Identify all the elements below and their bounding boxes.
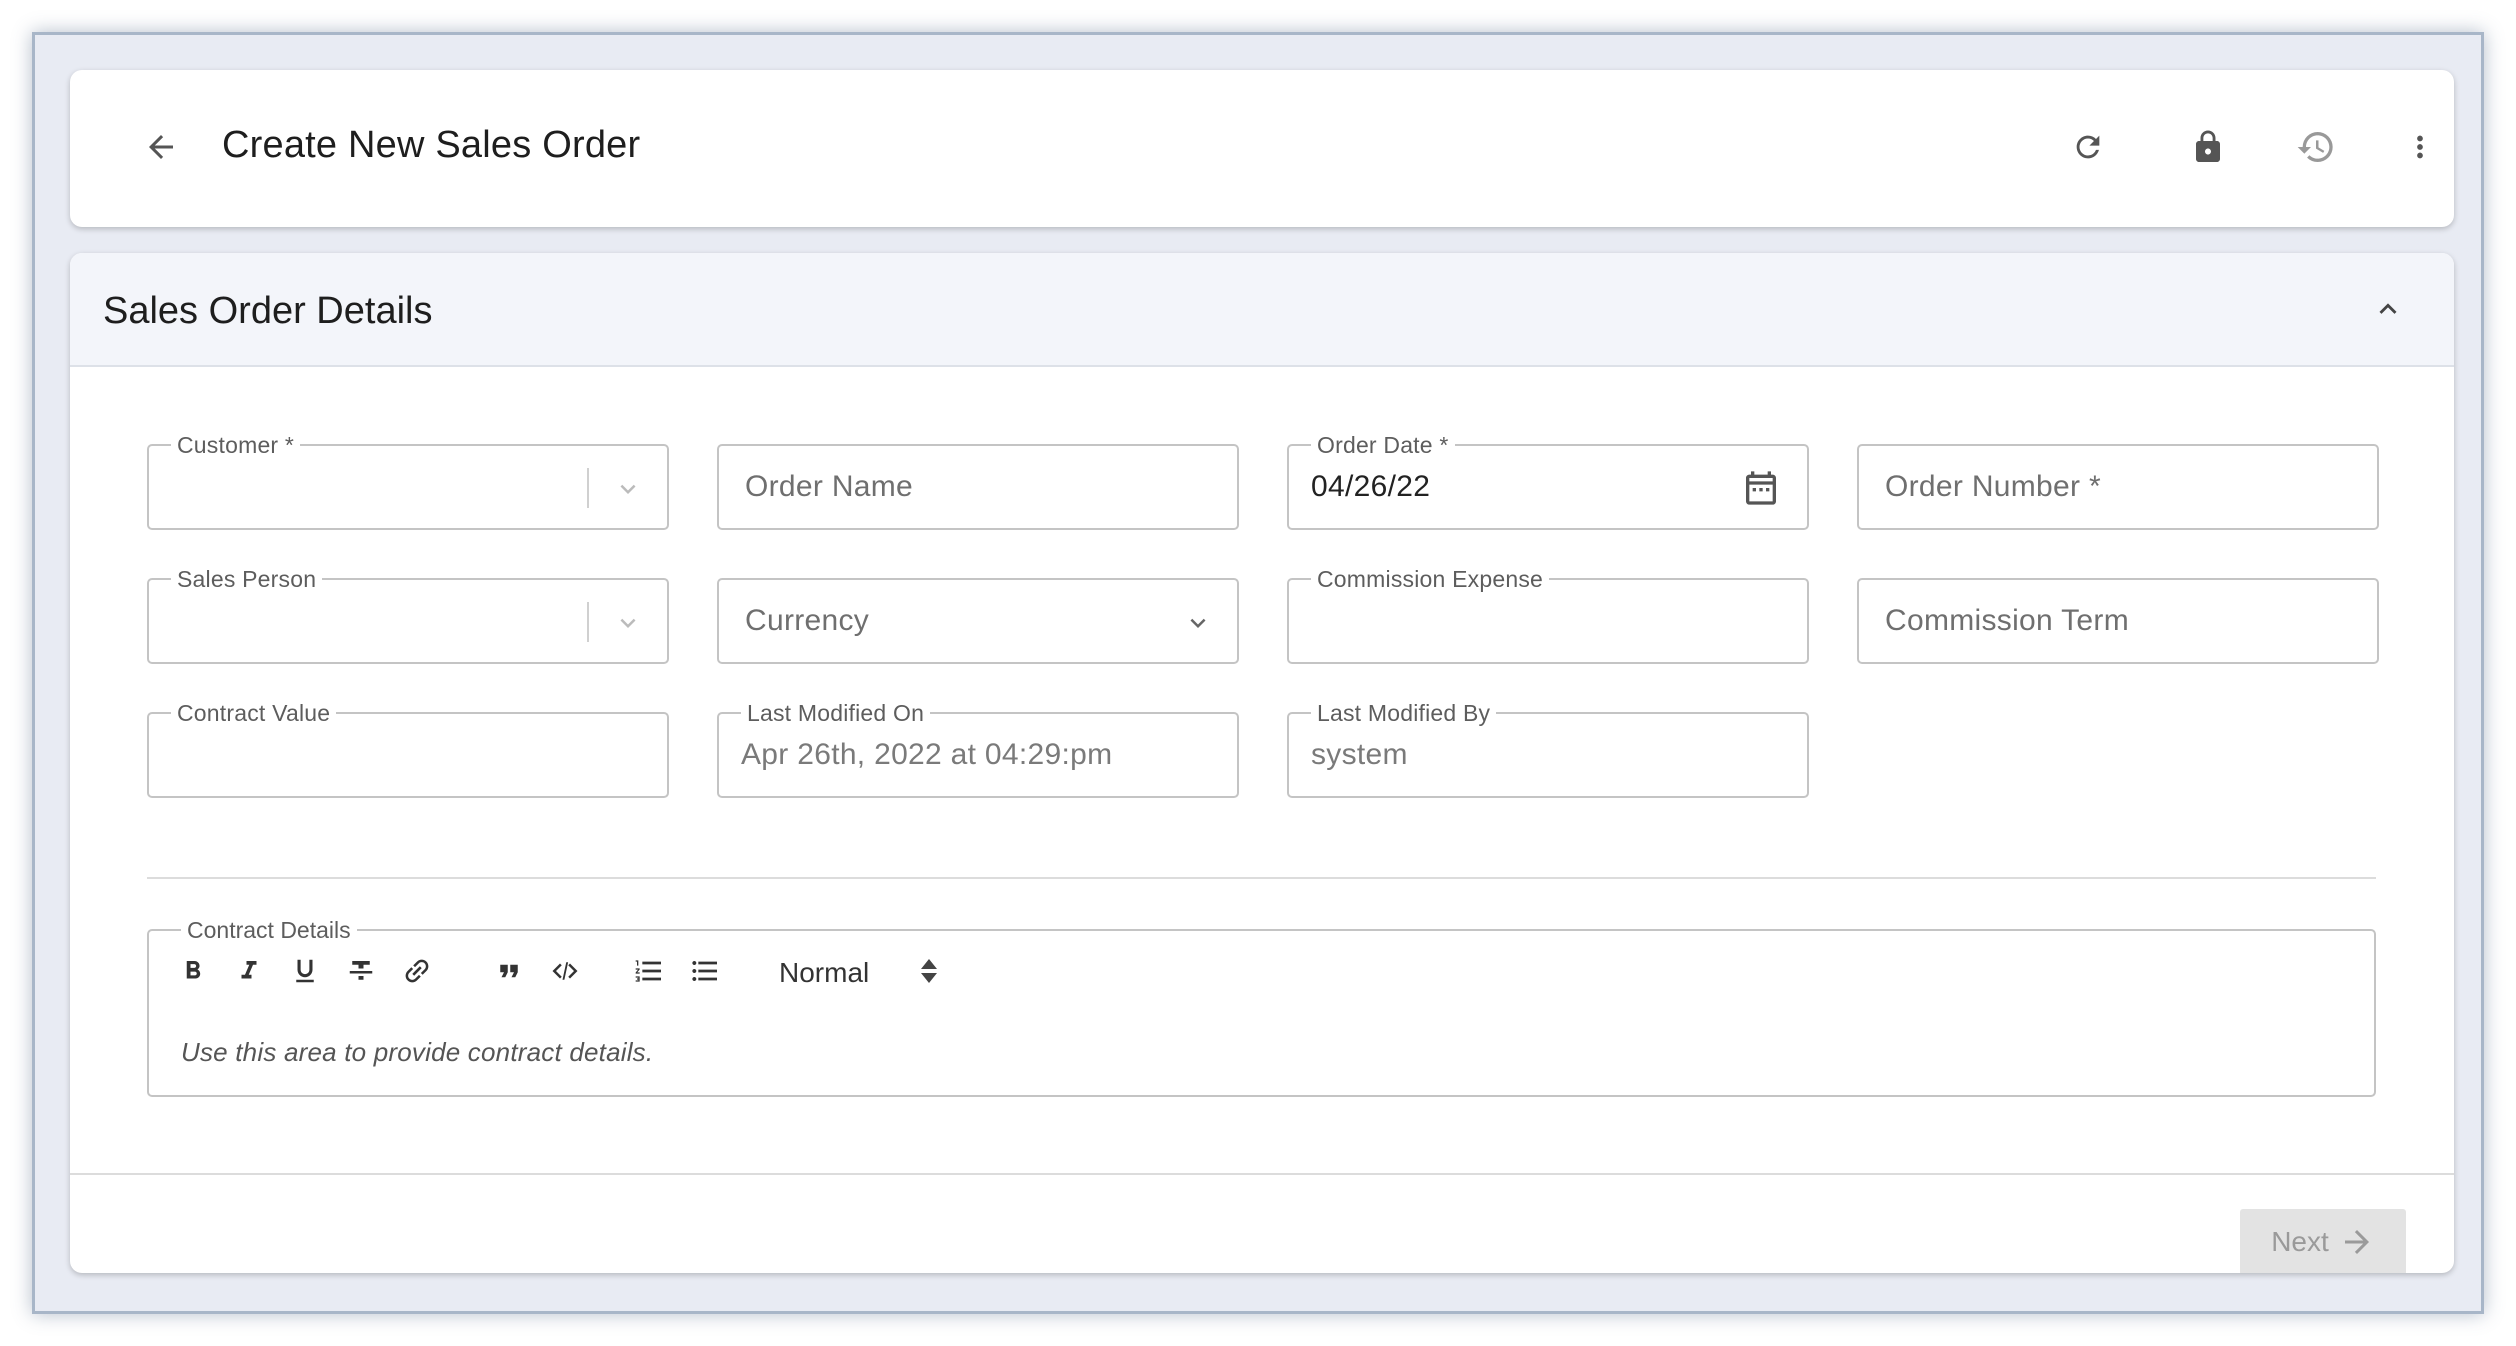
ordered-list-icon[interactable]: [629, 951, 669, 991]
underline-icon[interactable]: [285, 951, 325, 991]
last-modified-on-value: Apr 26th, 2022 at 04:29:pm: [741, 738, 1113, 771]
chevron-down-icon[interactable]: [611, 606, 645, 640]
order-date-field[interactable]: Order Date * 04/26/22: [1287, 431, 1809, 530]
quote-icon[interactable]: [489, 951, 529, 991]
last-modified-by-field: Last Modified By system: [1287, 699, 1809, 798]
currency-select[interactable]: Currency: [717, 578, 1239, 664]
contract-value-field[interactable]: Contract Value: [147, 699, 669, 798]
section-title: Sales Order Details: [103, 290, 433, 332]
sales-person-label: Sales Person: [171, 565, 323, 593]
commission-expense-label: Commission Expense: [1311, 565, 1550, 593]
last-modified-by-value: system: [1311, 738, 1408, 771]
calendar-icon[interactable]: [1739, 466, 1783, 510]
order-number-placeholder: Order Number *: [1885, 470, 2101, 503]
text-format-value: Normal: [779, 957, 870, 988]
select-divider: [587, 602, 589, 642]
next-button-label: Next: [2271, 1226, 2329, 1257]
order-name-placeholder: Order Name: [745, 470, 914, 503]
order-name-field[interactable]: Order Name: [717, 444, 1239, 530]
page-title: Create New Sales Order: [222, 124, 641, 166]
italic-icon[interactable]: [229, 951, 269, 991]
chevron-down-icon[interactable]: [611, 472, 645, 506]
bullet-list-icon[interactable]: [685, 951, 725, 991]
section-header[interactable]: Sales Order Details: [70, 253, 2454, 367]
sales-person-select[interactable]: Sales Person: [147, 565, 669, 664]
sales-order-card: Sales Order Details Customer * Order Nam…: [70, 253, 2454, 1273]
contract-value-label: Contract Value: [171, 699, 337, 727]
chevron-up-icon[interactable]: [2362, 283, 2414, 335]
editor-placeholder: Use this area to provide contract detail…: [181, 1037, 654, 1067]
contract-details-label: Contract Details: [181, 916, 357, 944]
commission-term-placeholder: Commission Term: [1885, 604, 2129, 637]
last-modified-on-label: Last Modified On: [741, 699, 931, 727]
sort-arrows-icon: [919, 957, 939, 985]
refresh-icon[interactable]: [2060, 119, 2116, 175]
contract-details-editor[interactable]: Contract Details Normal Use this area to…: [147, 916, 2376, 1097]
commission-term-field[interactable]: Commission Term: [1857, 578, 2379, 664]
more-vert-icon[interactable]: [2392, 119, 2448, 175]
history-icon[interactable]: [2288, 119, 2344, 175]
bold-icon[interactable]: [173, 951, 213, 991]
footer-divider: [70, 1173, 2454, 1175]
currency-placeholder: Currency: [745, 604, 870, 637]
back-arrow-icon[interactable]: [134, 120, 188, 174]
section-divider: [147, 877, 2376, 879]
link-icon[interactable]: [397, 951, 437, 991]
last-modified-by-label: Last Modified By: [1311, 699, 1497, 727]
order-date-value: 04/26/22: [1311, 470, 1431, 503]
arrow-right-icon: [2344, 1230, 2369, 1254]
code-icon[interactable]: [545, 951, 585, 991]
order-date-label: Order Date *: [1311, 431, 1455, 459]
customer-select[interactable]: Customer *: [147, 431, 669, 530]
chevron-down-icon[interactable]: [1181, 606, 1215, 640]
strikethrough-icon[interactable]: [341, 951, 381, 991]
order-number-field[interactable]: Order Number *: [1857, 444, 2379, 530]
customer-label: Customer *: [171, 431, 301, 459]
select-divider: [587, 468, 589, 508]
text-format-select[interactable]: Normal: [769, 951, 949, 991]
last-modified-on-field: Last Modified On Apr 26th, 2022 at 04:29…: [717, 699, 1239, 798]
next-button[interactable]: Next: [2240, 1209, 2406, 1273]
commission-expense-field[interactable]: Commission Expense: [1287, 565, 1809, 664]
header-bar: Create New Sales Order: [70, 70, 2454, 227]
app-frame: Create New Sales Order Sales Order Detai…: [32, 32, 2484, 1314]
lock-icon[interactable]: [2180, 119, 2236, 175]
